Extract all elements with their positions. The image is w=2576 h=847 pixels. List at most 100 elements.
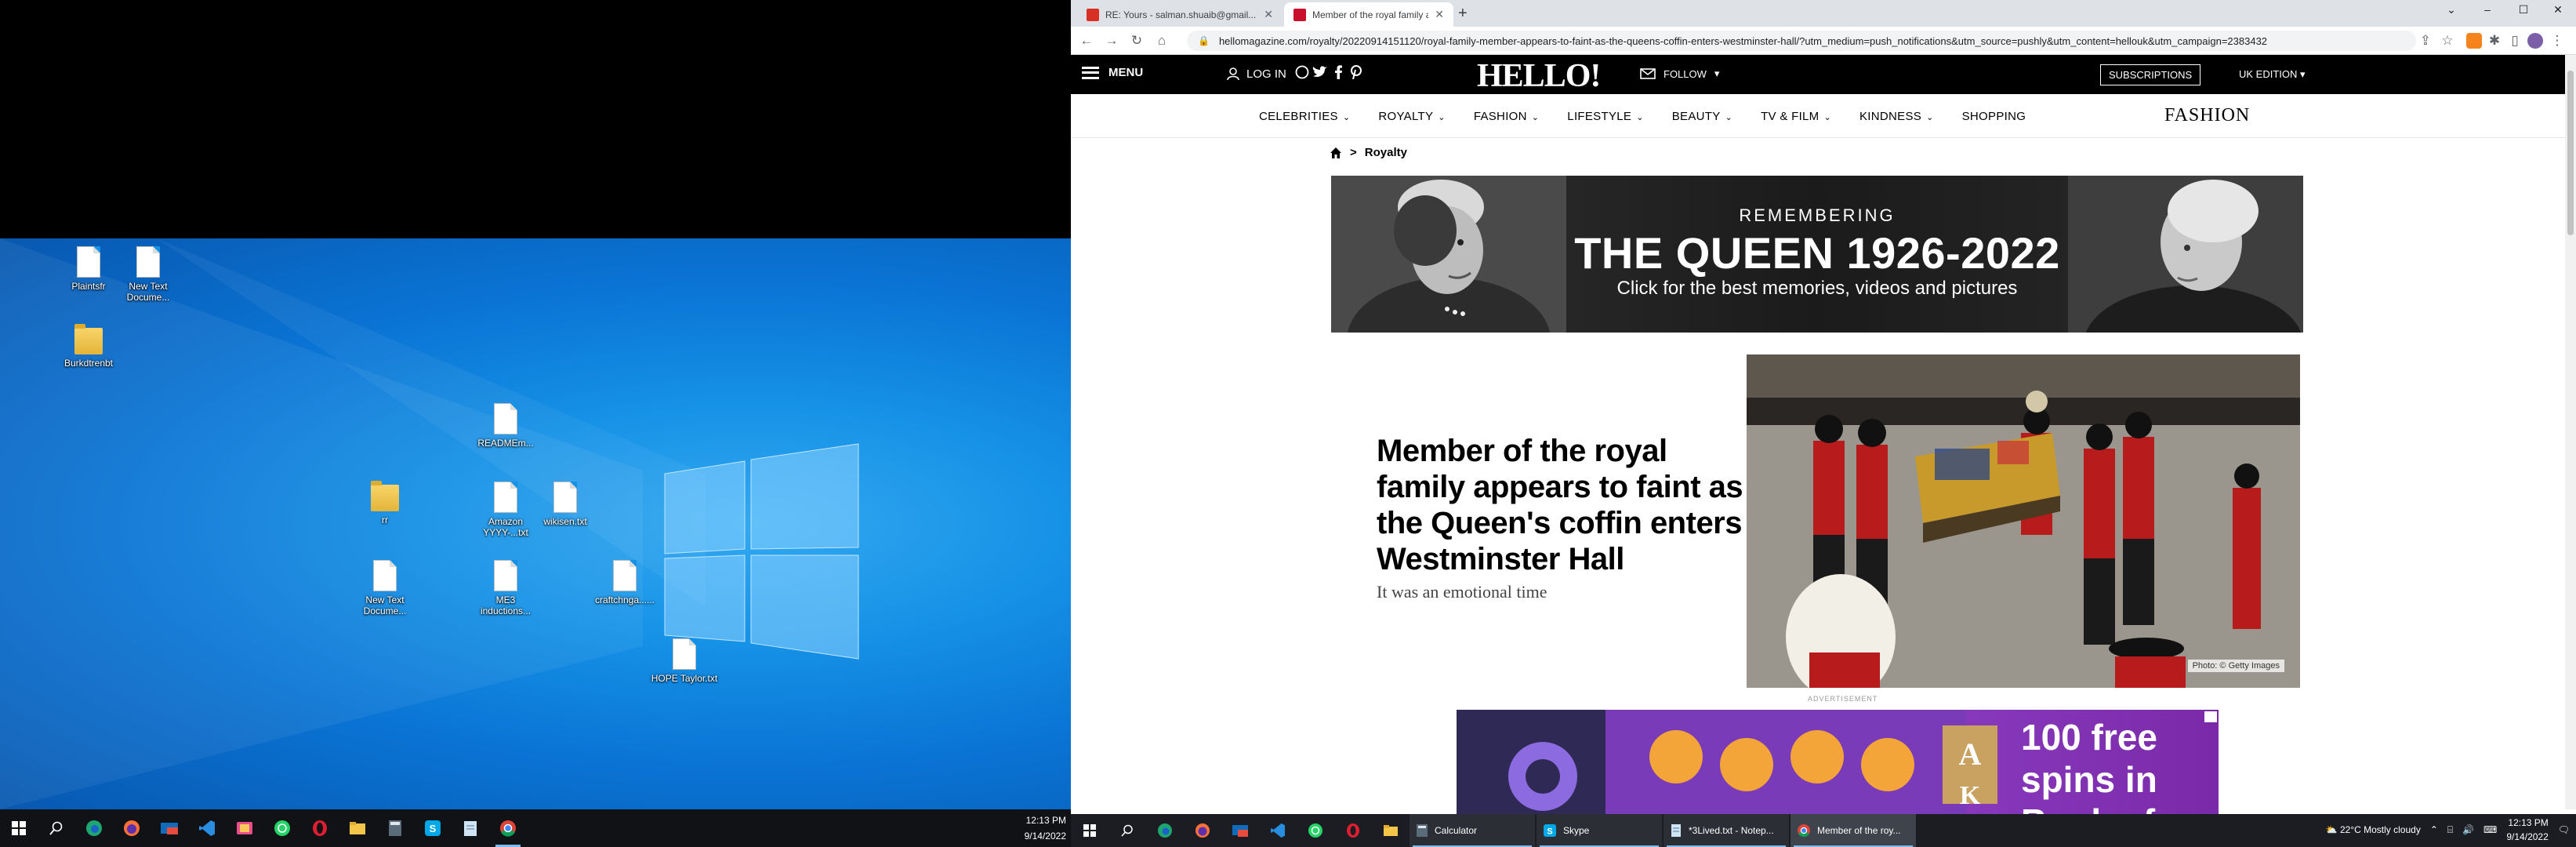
taskbar-opera[interactable]: [301, 809, 339, 847]
start-button[interactable]: [0, 809, 38, 847]
taskbar-firefox[interactable]: [1184, 814, 1221, 847]
profile-avatar-icon[interactable]: [2527, 33, 2543, 49]
taskbar-opera[interactable]: [1334, 814, 1372, 847]
extensions-puzzle-icon[interactable]: ✱: [2485, 31, 2504, 50]
start-button[interactable]: [1071, 814, 1108, 847]
nav-label: SHOPPING: [1961, 109, 2026, 123]
taskbar-whatsapp[interactable]: [263, 809, 301, 847]
right-clock[interactable]: 12:13 PM 9/14/2022: [2506, 816, 2548, 844]
taskbar-app-notepad[interactable]: *3Lived.txt - Notep...: [1664, 814, 1789, 847]
edition-selector[interactable]: UK EDITION ▾: [2239, 68, 2306, 81]
scrollbar-thumb[interactable]: [2567, 71, 2574, 235]
hello-logo[interactable]: HELLO!: [1477, 57, 1601, 95]
network-icon[interactable]: ⌸: [2447, 824, 2453, 836]
nav-item-kindness[interactable]: KINDNESS ⌄: [1859, 110, 1934, 123]
taskbar-vscode[interactable]: [188, 809, 226, 847]
desktop-icon[interactable]: ME3 inductions...: [470, 560, 541, 616]
desktop-icon[interactable]: rr: [350, 481, 420, 525]
advertisement-banner[interactable]: A K 100 free spins in Book of: [1457, 710, 2219, 816]
taskbar-photos[interactable]: [226, 809, 263, 847]
opera-icon: [1347, 823, 1359, 838]
maximize-button[interactable]: ☐: [2505, 3, 2542, 16]
taskbar-firefox[interactable]: [113, 809, 151, 847]
desktop-icon[interactable]: wikisen.txt: [530, 482, 600, 527]
desktop-icon[interactable]: craftchnga......: [590, 560, 660, 605]
menu-button[interactable]: MENU: [1082, 66, 1143, 79]
close-window-button[interactable]: ✕: [2540, 3, 2576, 16]
browser-tab[interactable]: RE: Yours - salman.shuaib@gmail... ✕: [1077, 2, 1283, 27]
taskbar-chrome[interactable]: [489, 809, 527, 847]
hello-fashion-logo[interactable]: FASHION: [2164, 105, 2250, 126]
left-clock[interactable]: 12:13 PM 9/14/2022: [1025, 812, 1066, 844]
page-scrollbar[interactable]: [2565, 55, 2576, 809]
follow-dropdown[interactable]: FOLLOW ▾: [1640, 67, 1719, 80]
banner-kicker: REMEMBERING: [1739, 205, 1896, 225]
taskbar-app-chrome[interactable]: Member of the roy...: [1791, 814, 1916, 847]
pinterest-icon[interactable]: [1350, 65, 1362, 83]
article-standfirst: It was an emotional time: [1377, 582, 1547, 602]
opera-icon: [313, 820, 327, 836]
side-panel-icon[interactable]: ▯: [2505, 31, 2524, 50]
hello-favicon-icon: [1293, 8, 1306, 21]
nav-item-fashion[interactable]: FASHION ⌄: [1474, 110, 1539, 123]
home-icon[interactable]: ⌂: [1152, 31, 1171, 50]
search-button[interactable]: [38, 809, 75, 847]
browser-tab-active[interactable]: Member of the royal family appe... ✕: [1284, 2, 1453, 27]
desktop-icon[interactable]: New Text Docume...: [350, 560, 420, 616]
taskbar-explorer[interactable]: [1372, 814, 1410, 847]
close-tab-icon[interactable]: ✕: [1257, 8, 1273, 21]
desktop-icon[interactable]: Burkdtrenbt: [53, 324, 124, 369]
nav-item-beauty[interactable]: BEAUTY ⌄: [1672, 110, 1732, 123]
breadcrumb-royalty-link[interactable]: Royalty: [1365, 146, 1407, 159]
nav-item-tv-film[interactable]: TV & FILM ⌄: [1761, 110, 1831, 123]
article-hero-photo[interactable]: Photo: © Getty Images: [1747, 354, 2300, 688]
taskbar-edge[interactable]: [1146, 814, 1184, 847]
nav-item-royalty[interactable]: ROYALTY ⌄: [1378, 110, 1445, 123]
queen-memorial-banner[interactable]: REMEMBERING THE QUEEN 1926-2022 Click fo…: [1331, 176, 2303, 333]
twitter-icon[interactable]: [1312, 65, 1328, 82]
minimize-button[interactable]: –: [2469, 3, 2505, 16]
desktop-icon[interactable]: HOPE Taylor.txt: [649, 638, 720, 684]
whatsapp-icon[interactable]: [1295, 65, 1309, 83]
notifications-icon[interactable]: 🗨: [2558, 824, 2570, 835]
new-tab-button[interactable]: +: [1458, 5, 1468, 23]
chevron-up-icon[interactable]: ⌃: [2430, 824, 2438, 835]
taskbar-edge[interactable]: [75, 809, 113, 847]
desktop-icon[interactable]: READMEm...: [470, 403, 541, 449]
desktop-icon[interactable]: New Text Docume...: [113, 246, 183, 303]
subscriptions-button[interactable]: SUBSCRIPTIONS: [2100, 64, 2201, 85]
weather-text: 22°C Mostly cloudy: [2339, 824, 2421, 835]
tab-search-icon[interactable]: ⌄: [2433, 3, 2469, 16]
taskbar-skype[interactable]: S: [414, 809, 452, 847]
chrome-menu-icon[interactable]: ⋮: [2548, 31, 2567, 50]
reload-icon[interactable]: ↻: [1127, 31, 1146, 50]
taskbar-app-label: *3Lived.txt - Notep...: [1689, 825, 1774, 836]
nav-item-celebrities[interactable]: CELEBRITIES ⌄: [1259, 110, 1350, 123]
metamask-extension-icon[interactable]: [2466, 33, 2482, 49]
language-icon[interactable]: ⌨: [2483, 824, 2497, 835]
weather-widget[interactable]: ⛅ 22°C Mostly cloudy: [2326, 824, 2421, 835]
home-icon[interactable]: [1330, 147, 1342, 159]
volume-icon[interactable]: 🔊: [2462, 824, 2474, 835]
forward-arrow-icon[interactable]: →: [1102, 31, 1121, 50]
lock-icon[interactable]: 🔒: [1198, 35, 1210, 46]
taskbar-notepad[interactable]: [452, 809, 489, 847]
nav-item-shopping[interactable]: SHOPPING: [1962, 110, 2026, 123]
taskbar-mail[interactable]: [1221, 814, 1259, 847]
taskbar-whatsapp[interactable]: [1297, 814, 1334, 847]
taskbar-calculator[interactable]: [376, 809, 414, 847]
bookmark-star-icon[interactable]: ☆: [2438, 31, 2457, 50]
taskbar-app-skype[interactable]: S Skype: [1537, 814, 1662, 847]
share-icon[interactable]: ⇪: [2416, 31, 2435, 50]
taskbar-app-calculator[interactable]: Calculator: [1410, 814, 1535, 847]
facebook-icon[interactable]: [1334, 65, 1342, 83]
close-tab-icon[interactable]: ✕: [1428, 8, 1444, 21]
search-button[interactable]: [1108, 814, 1146, 847]
address-bar[interactable]: 🔒 hellomagazine.com/royalty/202209141511…: [1187, 31, 2416, 51]
login-button[interactable]: LOG IN: [1226, 67, 1286, 81]
taskbar-vscode[interactable]: [1259, 814, 1297, 847]
taskbar-explorer[interactable]: [339, 809, 376, 847]
nav-item-lifestyle[interactable]: LIFESTYLE ⌄: [1567, 110, 1643, 123]
taskbar-mail[interactable]: [151, 809, 188, 847]
back-arrow-icon[interactable]: ←: [1077, 31, 1096, 50]
